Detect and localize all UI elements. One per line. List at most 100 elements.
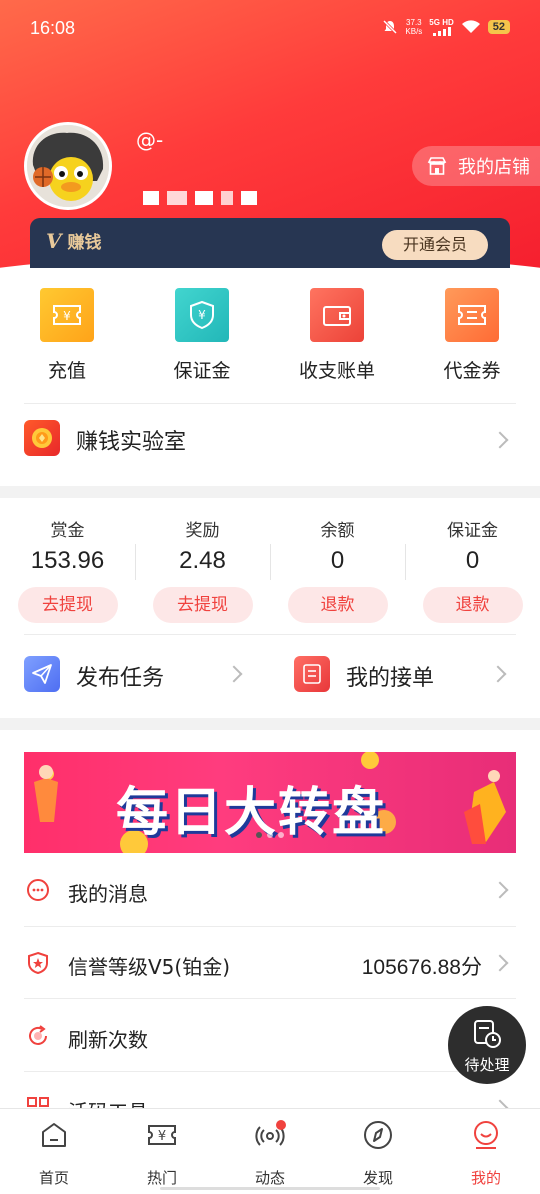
money-lab-row[interactable]: 赚钱实验室 — [0, 406, 540, 476]
daily-wheel-banner[interactable]: 每日大转盘 — [24, 752, 516, 853]
chevron-right-icon — [491, 431, 509, 449]
chevron-right-icon — [489, 665, 507, 683]
vip-label: V 赚钱 — [46, 228, 101, 253]
quick-action-recharge[interactable]: ¥ 充值 — [13, 288, 121, 383]
store-icon — [427, 157, 447, 175]
chevron-right-icon — [491, 881, 509, 899]
status-bar: 16:08 37.3 KB/s 5G HD 52 — [0, 0, 540, 58]
publish-task-row[interactable]: 发布任务 — [24, 644, 254, 704]
pending-float-button[interactable]: 待处理 — [448, 1006, 526, 1084]
svg-text:¥: ¥ — [198, 308, 206, 322]
tab-label: 发现 — [362, 1169, 393, 1187]
broadcast-icon — [255, 1120, 286, 1146]
my-orders-label: 我的接单 — [346, 666, 435, 691]
quick-action-label: 充值 — [47, 360, 86, 382]
carousel-dot — [278, 832, 284, 838]
refund-button[interactable]: 退款 — [287, 587, 388, 623]
publish-task-label: 发布任务 — [76, 666, 165, 691]
balance-remaining: 余额 0 退款 — [270, 516, 405, 623]
pending-label: 待处理 — [464, 1056, 510, 1074]
svg-text:¥: ¥ — [63, 309, 71, 323]
svg-text:¥: ¥ — [158, 1129, 166, 1144]
my-orders-row[interactable]: 我的接单 — [294, 644, 516, 704]
vip-label-text: 赚钱 — [67, 233, 102, 253]
quick-action-label: 保证金 — [173, 360, 231, 382]
coin-lab-icon — [24, 420, 60, 456]
clock-document-icon — [474, 1020, 501, 1048]
chevron-right-icon — [225, 665, 243, 683]
carousel-dot — [267, 832, 273, 838]
tab-label: 我的 — [470, 1169, 501, 1187]
tab-mine[interactable]: 我的 — [432, 1119, 540, 1188]
avatar[interactable] — [24, 122, 112, 210]
message-bubble-icon — [27, 879, 49, 901]
tab-home[interactable]: 首页 — [0, 1119, 108, 1188]
hot-yen-icon: ¥ — [148, 1125, 176, 1145]
tab-hot[interactable]: ¥ 热门 — [108, 1119, 216, 1188]
balance-value: 0 — [330, 547, 345, 574]
home-indicator[interactable] — [160, 1187, 380, 1190]
net-speed: 37.3 KB/s — [405, 18, 422, 36]
mute-icon — [383, 19, 398, 35]
menu-item-credit-level[interactable]: 信誉等级V5(铂金) 105676.88分 — [0, 927, 540, 999]
net-speed-value: 37.3 — [406, 18, 422, 27]
menu-item-label: 信誉等级V5(铂金) — [68, 955, 231, 979]
balance-value: 2.48 — [179, 547, 226, 574]
my-shop-label: 我的店铺 — [458, 157, 530, 178]
balance-label: 余额 — [320, 521, 355, 541]
recharge-ticket-icon: ¥ — [40, 288, 94, 342]
refund-button[interactable]: 退款 — [422, 587, 523, 623]
menu-item-messages[interactable]: 我的消息 — [0, 854, 540, 926]
carousel-dot — [256, 832, 262, 838]
divider — [24, 403, 516, 404]
tab-label: 热门 — [146, 1169, 177, 1187]
tab-label: 动态 — [254, 1169, 285, 1187]
shield-yen-icon: ¥ — [175, 288, 229, 342]
tab-discover[interactable]: 发现 — [324, 1119, 432, 1188]
shield-star-icon — [28, 951, 48, 975]
battery-level: 52 — [487, 20, 510, 34]
chevron-right-icon — [491, 954, 509, 972]
avatar-duck-icon — [27, 125, 109, 207]
paper-plane-icon — [24, 656, 60, 692]
banner-title: 每日大转盘 — [116, 783, 387, 843]
bottom-tab-bar: 首页 ¥ 热门 动态 发现 我的 — [0, 1108, 540, 1194]
home-icon — [42, 1123, 66, 1147]
balances-card: 赏金 153.96 去提现 奖励 2.48 去提现 余额 0 退款 保证金 0 … — [0, 498, 540, 718]
tab-feed[interactable]: 动态 — [216, 1119, 324, 1188]
wallet-icon — [310, 288, 364, 342]
blurred-nickname — [143, 191, 257, 205]
quick-action-deposit[interactable]: ¥ 保证金 — [148, 288, 256, 383]
open-membership-button[interactable]: 开通会员 — [382, 230, 488, 260]
vip-v-logo-icon: V — [46, 229, 62, 253]
balance-value: 153.96 — [30, 547, 105, 574]
balance-deposit: 保证金 0 退款 — [405, 516, 540, 623]
signal-icon: 5G HD — [429, 18, 454, 36]
balance-value: 0 — [465, 547, 480, 574]
coupon-icon — [445, 288, 499, 342]
refresh-icon — [29, 1025, 47, 1045]
profile-smile-icon — [474, 1121, 498, 1149]
menu-item-label: 刷新次数 — [68, 1028, 148, 1052]
tab-label: 首页 — [38, 1169, 69, 1187]
my-shop-button[interactable]: 我的店铺 — [412, 146, 540, 186]
wifi-icon — [461, 20, 480, 33]
withdraw-button[interactable]: 去提现 — [152, 587, 253, 623]
money-lab-label: 赚钱实验室 — [76, 430, 187, 455]
quick-action-coupon[interactable]: 代金券 — [418, 288, 526, 383]
net-speed-unit: KB/s — [405, 27, 423, 36]
compass-icon — [364, 1121, 392, 1149]
quick-action-bill[interactable]: 收支账单 — [283, 288, 391, 383]
credit-score-value: 105676.88分 — [361, 956, 482, 979]
username: @- — [136, 128, 164, 152]
divider — [24, 634, 516, 635]
menu-item-label: 我的消息 — [68, 882, 148, 906]
withdraw-button[interactable]: 去提现 — [17, 587, 118, 623]
balance-label: 赏金 — [50, 521, 85, 541]
order-list-icon — [294, 656, 330, 692]
network-type: 5G HD — [429, 18, 454, 27]
balance-reward: 奖励 2.48 去提现 — [135, 516, 270, 623]
divider — [24, 998, 516, 999]
status-time: 16:08 — [30, 18, 76, 38]
balance-bounty: 赏金 153.96 去提现 — [0, 516, 135, 623]
